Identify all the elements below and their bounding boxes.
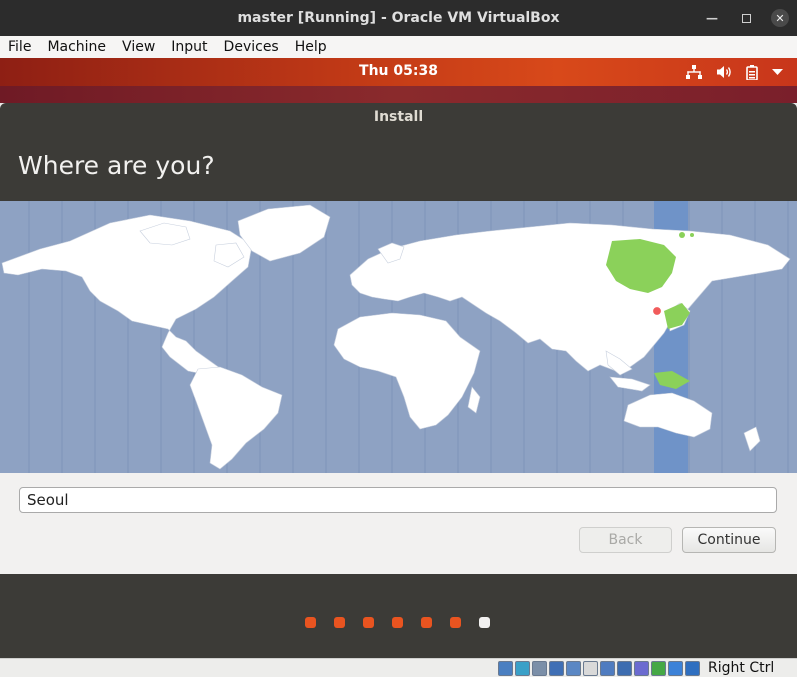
back-button[interactable]: Back <box>579 527 672 553</box>
optical-disk-icon[interactable] <box>515 661 530 676</box>
progress-step-7 <box>479 617 490 628</box>
page-heading: Where are you? <box>18 151 215 180</box>
mouse-integration-icon[interactable] <box>668 661 683 676</box>
progress-step-2 <box>334 617 345 628</box>
volume-icon[interactable] <box>716 58 732 86</box>
minimize-button[interactable]: — <box>698 0 726 36</box>
network-icon[interactable] <box>686 58 702 86</box>
usb-icon[interactable] <box>566 661 581 676</box>
host-status-bar: Right Ctrl <box>0 658 797 677</box>
timezone-map[interactable] <box>0 201 797 473</box>
video-capture-icon[interactable] <box>617 661 632 676</box>
progress-indicator <box>0 617 797 629</box>
menu-view[interactable]: View <box>114 36 163 58</box>
installer-window: Install Where are you? Seoul Back Contin… <box>0 103 797 658</box>
progress-step-4 <box>392 617 403 628</box>
guest-system-tray[interactable] <box>686 58 797 86</box>
network-icon[interactable] <box>549 661 564 676</box>
guest-clock[interactable]: Thu 05:38 <box>0 58 797 86</box>
continue-button[interactable]: Continue <box>682 527 776 553</box>
minimize-icon: — <box>706 11 718 25</box>
installer-title: Install <box>373 109 424 125</box>
cpu-icon[interactable] <box>651 661 666 676</box>
world-map-graphic <box>0 201 797 473</box>
timezone-input[interactable] <box>19 487 777 513</box>
progress-step-3 <box>363 617 374 628</box>
shared-folders-icon[interactable] <box>583 661 598 676</box>
progress-step-6 <box>450 617 461 628</box>
progress-step-1 <box>305 617 316 628</box>
display-icon[interactable] <box>600 661 615 676</box>
guest-desktop <box>0 86 797 103</box>
menu-file[interactable]: File <box>0 36 39 58</box>
host-key-label: Right Ctrl <box>708 660 775 676</box>
selected-location-marker <box>651 305 663 317</box>
menu-help[interactable]: Help <box>287 36 335 58</box>
progress-step-5 <box>421 617 432 628</box>
menu-devices[interactable]: Devices <box>216 36 287 58</box>
hard-disk-icon[interactable] <box>498 661 513 676</box>
close-button[interactable]: ✕ <box>766 0 794 36</box>
host-key-arrow-icon[interactable] <box>685 661 700 676</box>
host-menubar: File Machine View Input Devices Help <box>0 36 797 58</box>
host-title-bar: master [Running] - Oracle VM VirtualBox … <box>0 0 797 36</box>
recording-icon[interactable] <box>634 661 649 676</box>
guest-top-panel: Thu 05:38 <box>0 58 797 86</box>
status-icons <box>498 661 700 676</box>
maximize-button[interactable] <box>732 0 760 36</box>
installer-content: Back Continue <box>0 201 797 574</box>
maximize-icon <box>741 13 751 23</box>
menu-input[interactable]: Input <box>163 36 215 58</box>
virtualbox-window: master [Running] - Oracle VM VirtualBox … <box>0 0 797 677</box>
close-icon: ✕ <box>771 9 789 27</box>
battery-icon[interactable] <box>746 58 758 86</box>
host-window-title: master [Running] - Oracle VM VirtualBox <box>237 10 560 26</box>
audio-icon[interactable] <box>532 661 547 676</box>
dropdown-arrow-icon[interactable] <box>772 58 783 86</box>
menu-machine[interactable]: Machine <box>39 36 114 58</box>
